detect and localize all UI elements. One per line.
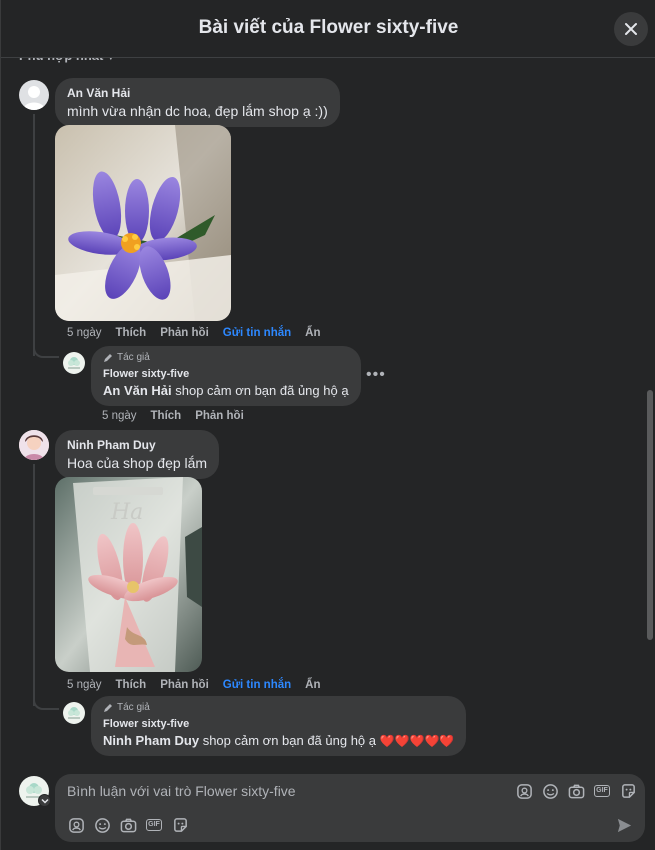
svg-text:Ha: Ha xyxy=(110,500,143,525)
thread-line xyxy=(33,464,35,706)
smiley-icon xyxy=(94,817,110,833)
emoji-button[interactable] xyxy=(93,816,111,834)
like-button[interactable]: Thích xyxy=(116,327,147,339)
author-badge-label: Tác giả xyxy=(117,352,150,363)
avatar-sticker-button[interactable] xyxy=(515,782,533,800)
comment-actions: 5 ngày Thích Phản hồi Gửi tin nhắn Ẩn xyxy=(67,327,321,339)
camera-icon xyxy=(568,784,584,798)
switch-profile-button[interactable] xyxy=(38,794,51,807)
photo-button[interactable] xyxy=(119,816,137,834)
sticker-icon xyxy=(173,817,187,832)
comment-photo[interactable]: Ha xyxy=(55,477,202,672)
hide-button[interactable]: Ẩn xyxy=(305,327,320,339)
smiley-icon xyxy=(542,783,558,799)
sticker-button[interactable] xyxy=(171,816,189,834)
send-icon xyxy=(617,818,631,832)
reply-message: shop cảm ơn bạn đã ủng hộ ạ xyxy=(171,383,349,398)
comment-time[interactable]: 5 ngày xyxy=(67,327,102,339)
comment-text: Hoa của shop đẹp lắm xyxy=(67,455,208,471)
comment-actions: 5 ngày Thích Phản hồi Gửi tin nhắn Ẩn xyxy=(67,679,321,691)
reply-text: An Văn Hải shop cảm ơn bạn đã ủng hộ ạ xyxy=(103,383,349,398)
author-badge: Tác giả xyxy=(103,352,349,363)
emoji-button[interactable] xyxy=(541,782,559,800)
avatar-sticker-button[interactable] xyxy=(67,816,85,834)
avatar[interactable] xyxy=(19,430,49,460)
post-dialog: Bài viết của Flower sixty-five Phù hợp n… xyxy=(0,0,655,850)
page-avatar[interactable] xyxy=(63,352,85,374)
reply-button[interactable]: Phản hồi xyxy=(160,327,209,339)
page-avatar[interactable] xyxy=(63,702,85,724)
pencil-icon xyxy=(104,353,112,362)
chevron-down-icon xyxy=(40,798,49,804)
reply-message: shop cảm ơn bạn đã ủng hộ ạ xyxy=(199,733,380,748)
reply-author[interactable]: Flower sixty-five xyxy=(103,368,349,380)
like-button[interactable]: Thích xyxy=(116,679,147,691)
reply-like-button[interactable]: Thích xyxy=(151,410,182,422)
user-photo-icon xyxy=(19,430,49,460)
reply-connector xyxy=(33,338,59,358)
scrollbar-thumb[interactable] xyxy=(647,390,653,640)
close-button[interactable] xyxy=(614,12,648,46)
sticker-button[interactable] xyxy=(619,782,637,800)
composer-bar: GIF GIF xyxy=(1,766,655,850)
reply-text: Ninh Pham Duy shop cảm ơn bạn đã ủng hộ … xyxy=(103,733,454,748)
pencil-icon xyxy=(104,703,112,712)
send-message-button[interactable]: Gửi tin nhắn xyxy=(223,679,291,691)
avatar-sticker-icon xyxy=(516,783,532,799)
author-badge: Tác giả xyxy=(103,702,454,713)
reply-button[interactable]: Phản hồi xyxy=(160,679,209,691)
reply-actions: 5 ngày Thích Phản hồi xyxy=(102,410,244,422)
pink-flower-bouquet-image: Ha xyxy=(55,477,202,672)
reply-time[interactable]: 5 ngày xyxy=(102,410,137,422)
sticker-icon xyxy=(621,783,635,798)
comment-text: mình vừa nhận dc hoa, đẹp lắm shop ạ :)) xyxy=(67,103,328,119)
comment-author[interactable]: Ninh Pham Duy xyxy=(67,438,207,452)
default-user-icon xyxy=(23,86,45,110)
flower-logo-icon xyxy=(68,357,80,369)
camera-icon xyxy=(120,818,136,832)
close-icon xyxy=(625,23,637,35)
photo-button[interactable] xyxy=(567,782,585,800)
comments-list[interactable]: An Văn Hải mình vừa nhận dc hoa, đẹp lắm… xyxy=(1,58,655,766)
more-options-button[interactable]: ••• xyxy=(366,366,386,384)
thread-line xyxy=(33,114,35,356)
comment-bubble: Ninh Pham Duy Hoa của shop đẹp lắm xyxy=(55,430,220,479)
comment-time[interactable]: 5 ngày xyxy=(67,679,102,691)
avatar-sticker-icon xyxy=(68,817,84,833)
reply-connector xyxy=(33,690,59,710)
comment-photo[interactable] xyxy=(55,125,231,321)
author-badge-label: Tác giả xyxy=(117,702,150,713)
send-message-button[interactable]: Gửi tin nhắn xyxy=(223,327,291,339)
comment-bubble: An Văn Hải mình vừa nhận dc hoa, đẹp lắm… xyxy=(55,78,340,127)
reply-bubble: Tác giả Flower sixty-five An Văn Hải sho… xyxy=(91,346,361,406)
send-button[interactable] xyxy=(615,816,633,834)
dialog-header: Bài viết của Flower sixty-five xyxy=(1,0,655,58)
hide-button[interactable]: Ẩn xyxy=(305,679,320,691)
comment-author[interactable]: An Văn Hải xyxy=(67,86,328,100)
avatar[interactable] xyxy=(19,80,49,110)
comment-composer: GIF GIF xyxy=(55,774,645,842)
comment-input[interactable] xyxy=(67,782,497,800)
reply-reply-button[interactable]: Phản hồi xyxy=(195,410,244,422)
mention-link[interactable]: An Văn Hải xyxy=(103,383,172,398)
flower-logo-icon xyxy=(68,707,80,719)
reply-author[interactable]: Flower sixty-five xyxy=(103,718,454,730)
purple-flower-bouquet-image xyxy=(55,125,231,321)
heart-emojis: ❤️❤️❤️❤️❤️ xyxy=(379,734,455,748)
reply-bubble: Tác giả Flower sixty-five Ninh Pham Duy … xyxy=(91,696,467,756)
dialog-title: Bài viết của Flower sixty-five xyxy=(198,17,459,38)
gif-button[interactable]: GIF xyxy=(145,816,163,834)
gif-button[interactable]: GIF xyxy=(593,782,611,800)
mention-link[interactable]: Ninh Pham Duy xyxy=(103,733,199,748)
gif-icon: GIF xyxy=(146,819,162,831)
gif-icon: GIF xyxy=(594,785,610,797)
